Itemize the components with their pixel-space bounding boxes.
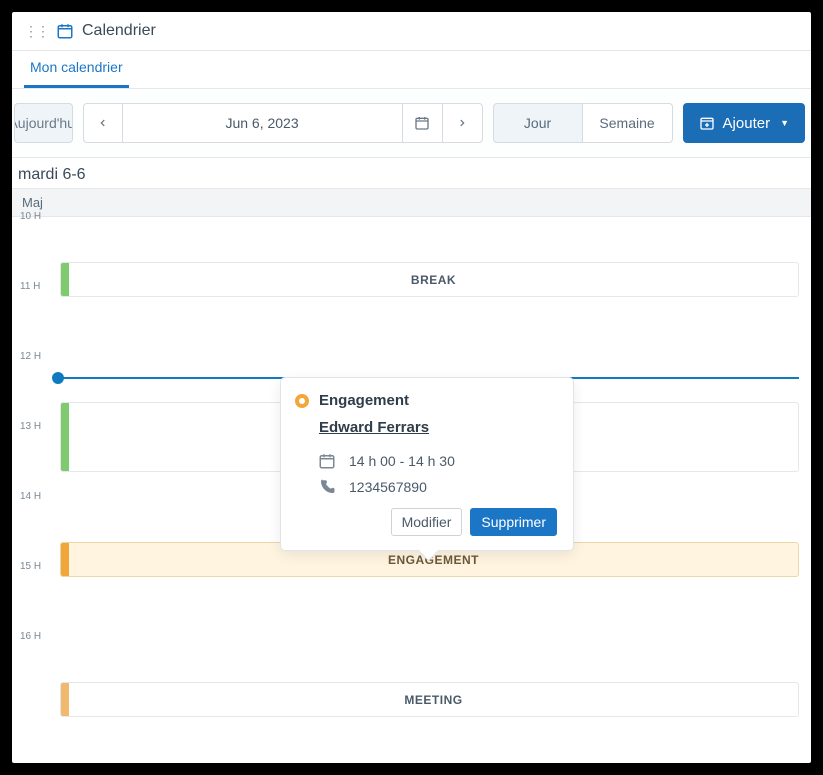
event-title: BREAK: [69, 273, 798, 287]
status-ring-icon: [295, 394, 309, 408]
popover-person-link[interactable]: Edward Ferrars: [319, 419, 429, 436]
add-button-label: Ajouter: [723, 115, 771, 132]
date-picker-button[interactable]: [403, 103, 443, 143]
event-color-bar: [61, 543, 69, 576]
hour-label: 13 H: [20, 421, 41, 432]
hour-label: 16 H: [20, 631, 41, 642]
calendar-icon: [317, 452, 337, 470]
event-meeting[interactable]: MEETING: [60, 682, 799, 717]
prev-day-button[interactable]: [83, 103, 123, 143]
popover-time: 14 h 00 - 14 h 30: [349, 453, 455, 469]
calendar-plus-icon: [699, 115, 715, 131]
today-button[interactable]: Aujourd'hui: [14, 103, 73, 143]
next-day-button[interactable]: [443, 103, 483, 143]
event-color-bar: [61, 403, 69, 471]
hour-label: 12 H: [20, 351, 41, 362]
add-button[interactable]: Ajouter ▼: [683, 103, 805, 143]
popover-phone-row: 1234567890: [317, 478, 557, 496]
event-color-bar: [61, 263, 69, 296]
current-date[interactable]: Jun 6, 2023: [123, 103, 403, 143]
phone-icon: [317, 478, 337, 496]
tabs: Mon calendrier: [12, 51, 811, 89]
date-nav: Jun 6, 2023: [83, 103, 483, 143]
drag-handle-icon[interactable]: ⋮⋮: [24, 23, 48, 40]
edit-button[interactable]: Modifier: [391, 508, 463, 536]
event-popover: Engagement Edward Ferrars 14 h 00 - 14 h…: [280, 377, 574, 551]
hour-label: 11 H: [20, 281, 40, 292]
popover-event-type: Engagement: [319, 392, 409, 409]
hour-label: 14 H: [20, 491, 41, 502]
event-break[interactable]: BREAK: [60, 262, 799, 297]
current-time-dot: [52, 372, 64, 384]
day-label: mardi 6-6: [12, 158, 811, 188]
header: ⋮⋮ Calendrier: [12, 12, 811, 51]
chevron-right-icon: [457, 118, 467, 128]
view-week-button[interactable]: Semaine: [583, 103, 673, 143]
popover-header: Engagement: [295, 392, 557, 409]
view-day-button[interactable]: Jour: [493, 103, 583, 143]
calendar-icon: [56, 22, 74, 40]
calendar-icon: [414, 115, 430, 131]
view-selector: Jour Semaine: [493, 103, 673, 143]
hour-label: 15 H: [20, 561, 41, 572]
popover-time-row: 14 h 00 - 14 h 30: [317, 452, 557, 470]
event-color-bar: [61, 683, 69, 716]
event-title: MEETING: [69, 693, 798, 707]
delete-button[interactable]: Supprimer: [470, 508, 557, 536]
calendar-app: ⋮⋮ Calendrier Mon calendrier Aujourd'hui…: [12, 12, 811, 763]
toolbar: Aujourd'hui Jun 6, 2023 Jour Semaine Ajo…: [12, 89, 811, 158]
page-title: Calendrier: [82, 22, 156, 40]
hour-label: 10 H: [20, 211, 41, 222]
allday-row: Maj: [12, 188, 811, 217]
chevron-left-icon: [98, 118, 108, 128]
popover-actions: Modifier Supprimer: [295, 508, 557, 536]
popover-phone: 1234567890: [349, 479, 427, 495]
tab-my-calendar[interactable]: Mon calendrier: [24, 51, 129, 88]
chevron-down-icon: ▼: [780, 118, 789, 128]
